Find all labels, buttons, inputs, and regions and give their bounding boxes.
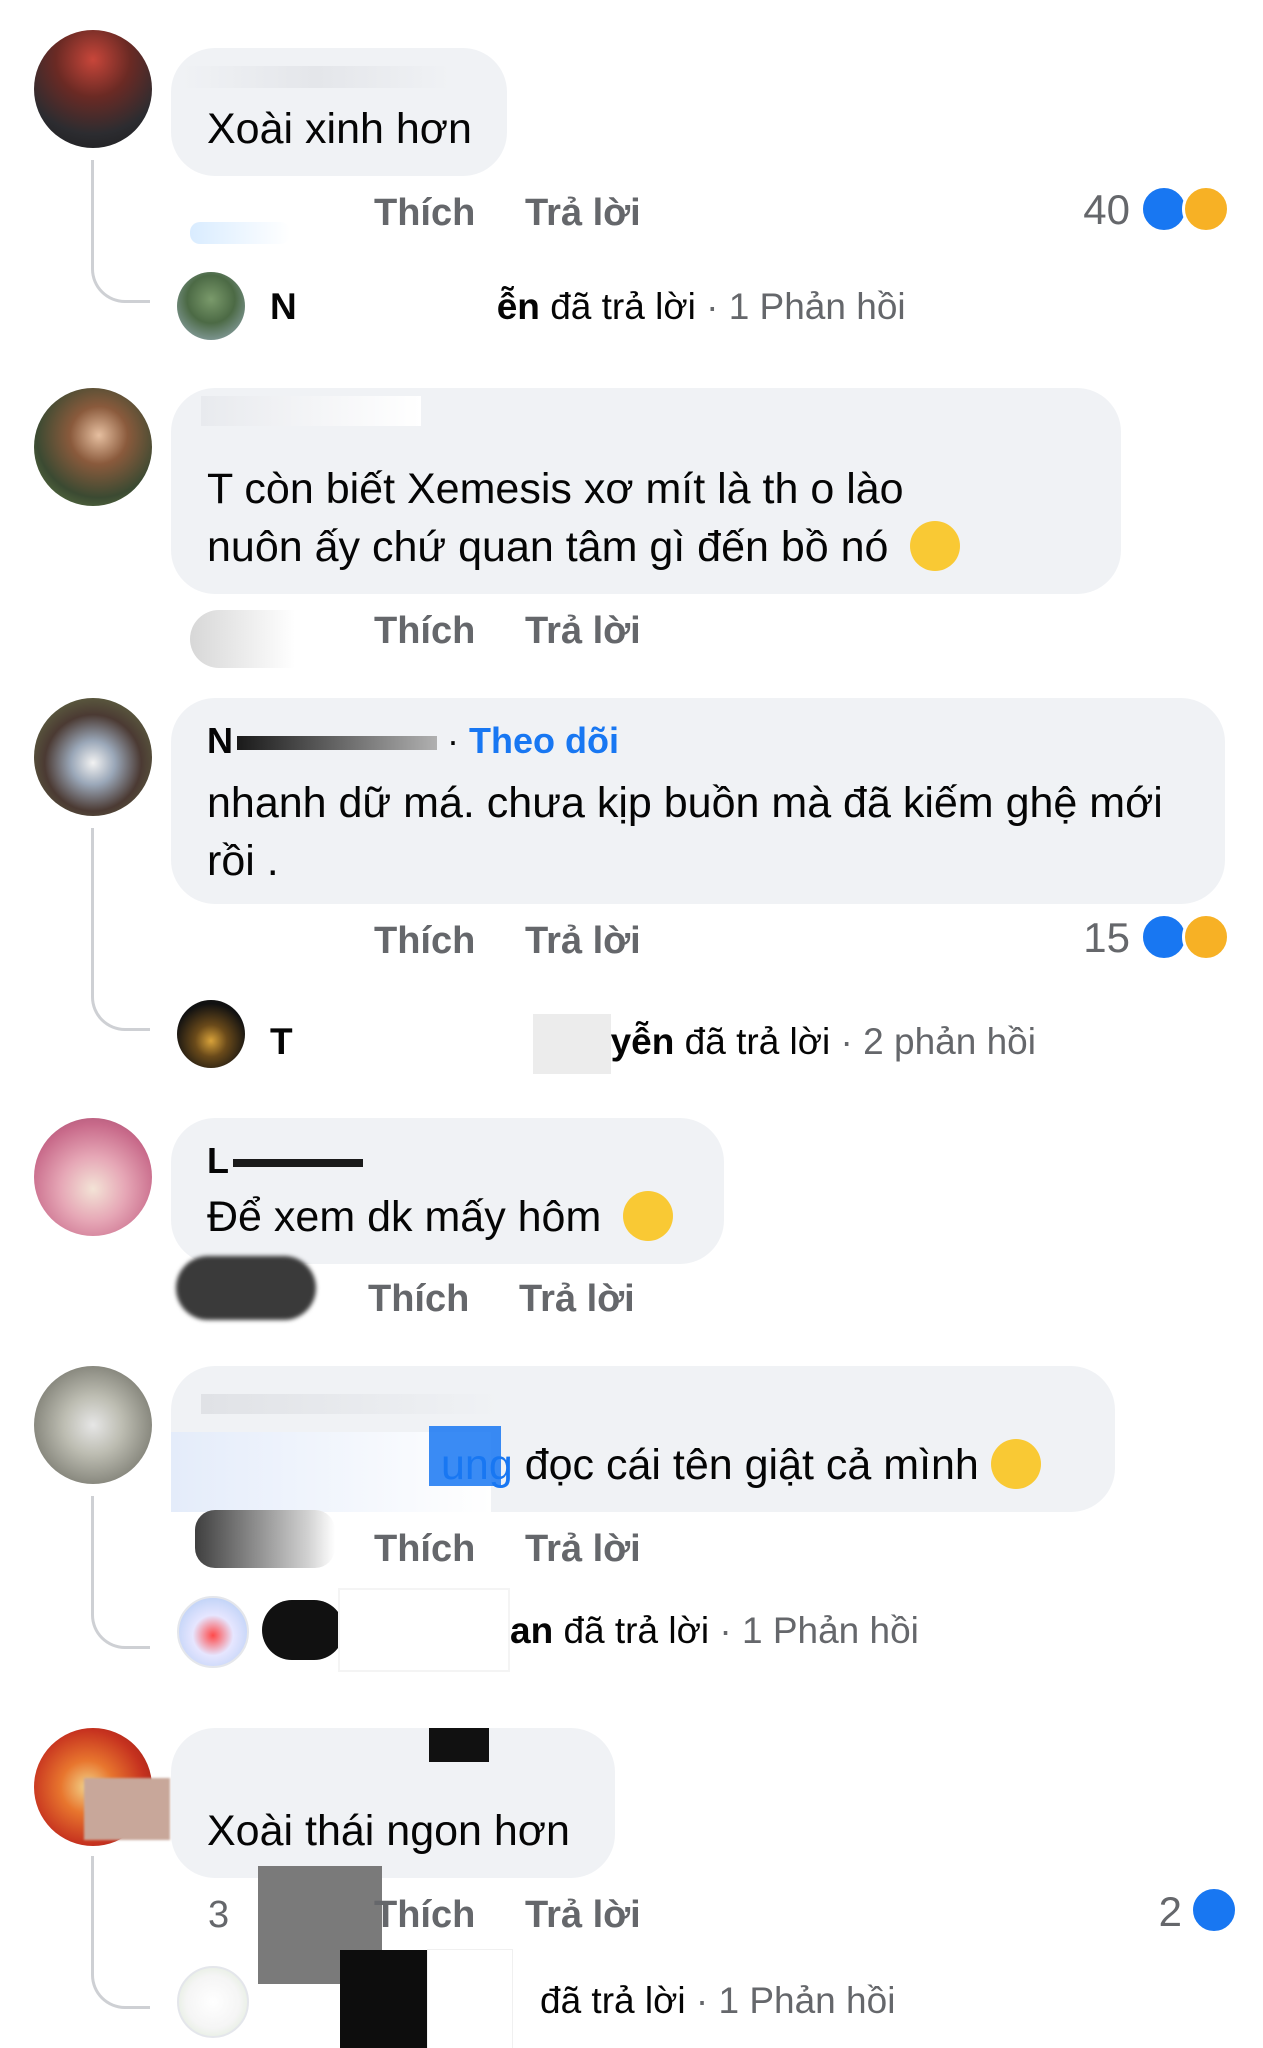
mention-link[interactable]: ung [441, 1441, 513, 1489]
replier-avatar[interactable] [177, 272, 245, 340]
reply-button[interactable]: Trả lời [525, 192, 641, 235]
commenter-avatar[interactable] [34, 30, 152, 148]
replier-avatar[interactable] [177, 1966, 249, 2038]
like-reaction-icon [1190, 1886, 1238, 1934]
comment-time[interactable]: 3 [208, 1894, 229, 1937]
replier-avatar[interactable] [177, 1000, 245, 1068]
sweat-smile-emoji-icon [623, 1190, 674, 1241]
like-button[interactable]: Thích [374, 1894, 475, 1937]
reply-button[interactable]: Trả lời [525, 920, 641, 963]
comment-text-line-2: nuôn ấy chứ quan tâm gì đến bồ nó [207, 518, 961, 576]
thread-connector [91, 160, 150, 303]
reaction-icons[interactable] [1190, 1886, 1242, 1934]
follow-link[interactable]: Theo dõi [469, 720, 619, 761]
haha-reaction-icon [1182, 913, 1230, 961]
reaction-count[interactable]: 15 [1050, 914, 1130, 962]
commenter-name: L [207, 1140, 363, 1182]
replier-avatar[interactable] [177, 1596, 249, 1668]
comment-text-line-1: T còn biết Xemesis xơ mít là th o lào [207, 465, 904, 513]
view-replies-link[interactable]: Tyễn đã trả lời · 2 phản hồi [270, 1014, 1036, 1074]
like-button[interactable]: Thích [374, 1528, 475, 1571]
comment-text-line-1: nhanh dữ má. chưa kịp buồn mà đã kiếm gh… [207, 779, 1163, 827]
reaction-count[interactable]: 40 [1050, 186, 1130, 234]
redacted-name [428, 1950, 512, 2048]
redacted-time [176, 1256, 316, 1320]
like-reaction-icon [1140, 913, 1188, 961]
comment-bubble: Xoài thái ngon hơn [171, 1728, 615, 1878]
like-reaction-icon [1140, 185, 1188, 233]
comment-text: Xoài thái ngon hơn [207, 1807, 570, 1855]
reaction-icons[interactable] [1140, 185, 1240, 233]
view-replies-link[interactable]: đã trả lời · 1 Phản hồi [540, 1980, 895, 2022]
reaction-icons[interactable] [1140, 913, 1240, 961]
commenter-avatar[interactable] [34, 1118, 152, 1236]
like-button[interactable]: Thích [374, 192, 475, 235]
redacted-name [340, 1950, 428, 2048]
reply-button[interactable]: Trả lời [525, 610, 641, 653]
haha-reaction-icon [1182, 185, 1230, 233]
like-button[interactable]: Thích [368, 1278, 469, 1321]
redacted-time [190, 222, 290, 244]
redacted-time [195, 1510, 335, 1568]
slight-smile-emoji-icon [910, 520, 961, 571]
view-replies-link[interactable]: Nễn đã trả lời · 1 Phản hồi [270, 286, 906, 328]
comment-bubble: T còn biết Xemesis xơ mít là th o lào nu… [171, 388, 1121, 594]
redacted-time [190, 610, 340, 668]
comment-text: Để xem dk mấy hôm [207, 1188, 674, 1246]
comment-bubble: ung đọc cái tên giật cả mình [171, 1366, 1115, 1512]
redacted-name [181, 66, 451, 88]
redacted-name [429, 1728, 489, 1762]
thread-connector [91, 1496, 150, 1649]
redacted-name [201, 396, 421, 426]
thread-connector [91, 828, 150, 1031]
redacted-name [262, 1600, 344, 1660]
reply-button[interactable]: Trả lời [525, 1528, 641, 1571]
commenter-avatar[interactable] [34, 698, 152, 816]
reply-button[interactable]: Trả lời [525, 1894, 641, 1937]
commenter-avatar[interactable] [34, 388, 152, 506]
redacted-name [201, 1394, 501, 1414]
like-button[interactable]: Thích [374, 920, 475, 963]
redacted-area [84, 1778, 170, 1840]
rofl-emoji-icon [990, 1438, 1041, 1489]
comment-text-line-2: rồi . [207, 837, 279, 885]
redacted-name [340, 1590, 508, 1670]
comment-text: Xoài xinh hơn [207, 105, 472, 153]
reply-button[interactable]: Trả lời [519, 1278, 635, 1321]
comment-bubble: Xoài xinh hơn [171, 48, 507, 176]
reaction-count[interactable]: 2 [1102, 1888, 1182, 1936]
comment-bubble: L Để xem dk mấy hôm [171, 1118, 724, 1264]
thread-connector [91, 1856, 150, 2009]
commenter-name: N · Theo dõi [207, 720, 619, 761]
commenter-avatar[interactable] [34, 1366, 152, 1484]
comment-bubble: N · Theo dõi nhanh dữ má. chưa kịp buồn … [171, 698, 1225, 904]
like-button[interactable]: Thích [374, 610, 475, 653]
view-replies-link[interactable]: an đã trả lời · 1 Phản hồi [510, 1610, 919, 1652]
comment-text: ung đọc cái tên giật cả mình [441, 1436, 1041, 1494]
